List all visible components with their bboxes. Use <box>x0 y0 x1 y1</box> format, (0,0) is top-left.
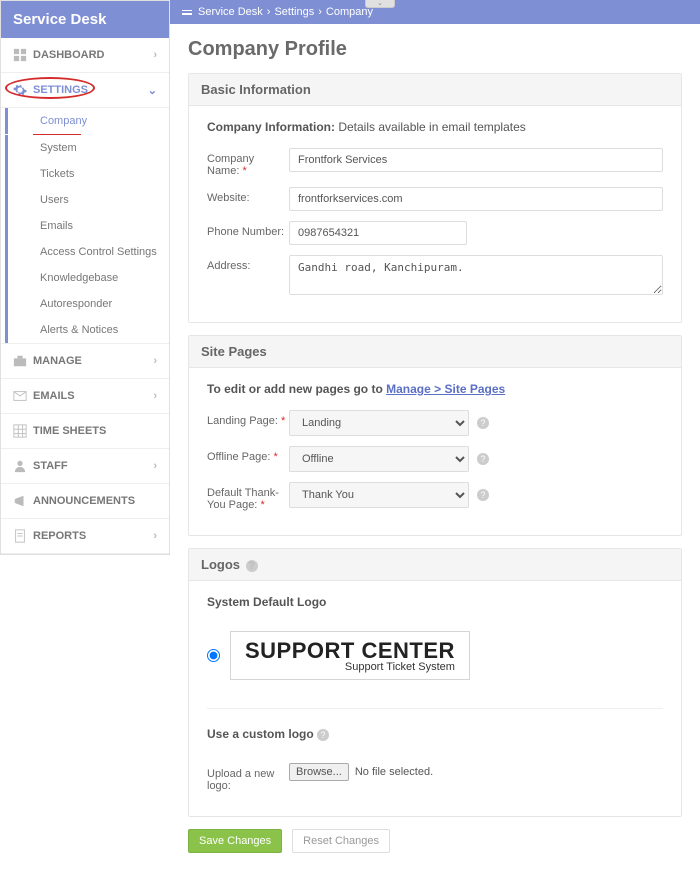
site-intro: To edit or add new pages go to Manage > … <box>207 382 663 396</box>
company-name-label: Company Name: * <box>207 148 289 177</box>
nav-label: SETTINGS <box>33 84 88 96</box>
address-label: Address: <box>207 255 289 272</box>
nav-announcements[interactable]: ANNOUNCEMENTS <box>1 484 169 519</box>
subnav-acl[interactable]: Access Control Settings <box>5 239 169 265</box>
document-icon <box>13 529 27 543</box>
help-icon[interactable]: ? <box>317 729 329 741</box>
logos-panel: Logos ? System Default Logo SUPPORT CENT… <box>188 548 682 817</box>
help-icon[interactable]: ? <box>477 453 489 465</box>
nav-label: REPORTS <box>33 530 86 542</box>
intro-rest: Details available in email templates <box>335 120 526 134</box>
company-name-input[interactable] <box>289 148 663 172</box>
address-textarea[interactable]: Gandhi road, Kanchipuram. <box>289 255 663 295</box>
divider <box>207 708 663 709</box>
subnav-alerts[interactable]: Alerts & Notices <box>5 317 169 343</box>
crumb-b[interactable]: Settings <box>274 6 314 18</box>
subnav-users[interactable]: Users <box>5 187 169 213</box>
intro-text: To edit or add new pages go to <box>207 382 386 396</box>
help-icon[interactable]: ? <box>246 560 258 572</box>
basic-info-panel: Basic Information Company Information: D… <box>188 73 682 323</box>
nav-label: MANAGE <box>33 355 82 367</box>
chevron-right-icon: › <box>153 390 157 402</box>
file-status: No file selected. <box>355 766 433 778</box>
nav-timesheets[interactable]: TIME SHEETS <box>1 414 169 449</box>
crumb-c[interactable]: Company <box>326 6 373 18</box>
reset-button[interactable]: Reset Changes <box>292 829 390 853</box>
default-logo: SUPPORT CENTER Support Ticket System <box>230 631 470 680</box>
subnav-company[interactable]: Company <box>5 108 169 134</box>
breadcrumb: Service Desk › Settings › Company <box>170 0 700 24</box>
thank-label: Default Thank-You Page: * <box>207 482 289 511</box>
nav-label: EMAILS <box>33 390 75 402</box>
chevron-right-icon: › <box>153 530 157 542</box>
sidebar: Service Desk DASHBOARD › SETTINGS ⌄ Comp… <box>0 0 170 555</box>
crumb-a[interactable]: Service Desk <box>198 6 263 18</box>
briefcase-icon <box>13 354 27 368</box>
upload-label: Upload a new logo: <box>207 763 289 792</box>
panel-head-site: Site Pages <box>189 336 681 368</box>
gear-icon <box>13 83 27 97</box>
chevron-down-icon: ⌄ <box>148 84 157 97</box>
offline-select[interactable]: Offline <box>289 446 469 472</box>
chevron-right-icon: › <box>153 355 157 367</box>
subnav-autoresponder[interactable]: Autoresponder <box>5 291 169 317</box>
landing-select[interactable]: Landing <box>289 410 469 436</box>
nav-label: TIME SHEETS <box>33 425 106 437</box>
nav-label: ANNOUNCEMENTS <box>33 495 135 507</box>
custom-logo-label: Use a custom logo ? <box>207 727 663 741</box>
mail-icon <box>13 389 27 403</box>
manage-site-pages-link[interactable]: Manage > Site Pages <box>386 382 505 396</box>
crumb-sep: › <box>318 6 322 18</box>
panel-head-basic: Basic Information <box>189 74 681 106</box>
site-pages-panel: Site Pages To edit or add new pages go t… <box>188 335 682 536</box>
browse-button[interactable]: Browse... <box>289 763 349 781</box>
nav-label: DASHBOARD <box>33 49 105 61</box>
subnav-kb[interactable]: Knowledgebase <box>5 265 169 291</box>
thank-select[interactable]: Thank You <box>289 482 469 508</box>
landing-label: Landing Page: * <box>207 410 289 427</box>
main-area: Service Desk › Settings › Company Compan… <box>170 0 700 867</box>
chevron-right-icon: › <box>153 49 157 61</box>
phone-input[interactable] <box>289 221 467 245</box>
system-logo-label: System Default Logo <box>207 595 663 609</box>
subnav-emails[interactable]: Emails <box>5 213 169 239</box>
nav-label: STAFF <box>33 460 68 472</box>
menu-icon[interactable] <box>182 10 192 15</box>
grid-icon <box>13 424 27 438</box>
website-label: Website: <box>207 187 289 204</box>
action-buttons: Save Changes Reset Changes <box>188 829 682 853</box>
nav-manage[interactable]: MANAGE › <box>1 344 169 379</box>
content: Company Profile Basic Information Compan… <box>170 24 700 867</box>
user-icon <box>13 459 27 473</box>
save-button[interactable]: Save Changes <box>188 829 282 853</box>
chevron-right-icon: › <box>153 460 157 472</box>
help-icon[interactable]: ? <box>477 417 489 429</box>
subnav-system[interactable]: System <box>5 135 169 161</box>
brand-title: Service Desk <box>1 1 169 38</box>
website-input[interactable] <box>289 187 663 211</box>
crumb-sep: › <box>267 6 271 18</box>
offline-label: Offline Page: * <box>207 446 289 463</box>
collapse-handle[interactable]: ⌄ <box>365 0 395 8</box>
settings-subnav: Company System Tickets Users Emails Acce… <box>1 108 169 344</box>
help-icon[interactable]: ? <box>477 489 489 501</box>
intro-bold: Company Information: <box>207 120 335 134</box>
nav-emails[interactable]: EMAILS › <box>1 379 169 414</box>
nav-staff[interactable]: STAFF › <box>1 449 169 484</box>
megaphone-icon <box>13 494 27 508</box>
phone-label: Phone Number: <box>207 221 289 238</box>
nav-settings[interactable]: SETTINGS ⌄ <box>1 73 169 108</box>
nav-dashboard[interactable]: DASHBOARD › <box>1 38 169 73</box>
panel-head-logos: Logos ? <box>189 549 681 581</box>
dashboard-icon <box>13 48 27 62</box>
nav-reports[interactable]: REPORTS › <box>1 519 169 554</box>
system-logo-radio[interactable] <box>207 649 220 662</box>
subnav-tickets[interactable]: Tickets <box>5 161 169 187</box>
company-info-intro: Company Information: Details available i… <box>207 120 663 134</box>
page-title: Company Profile <box>188 38 682 61</box>
